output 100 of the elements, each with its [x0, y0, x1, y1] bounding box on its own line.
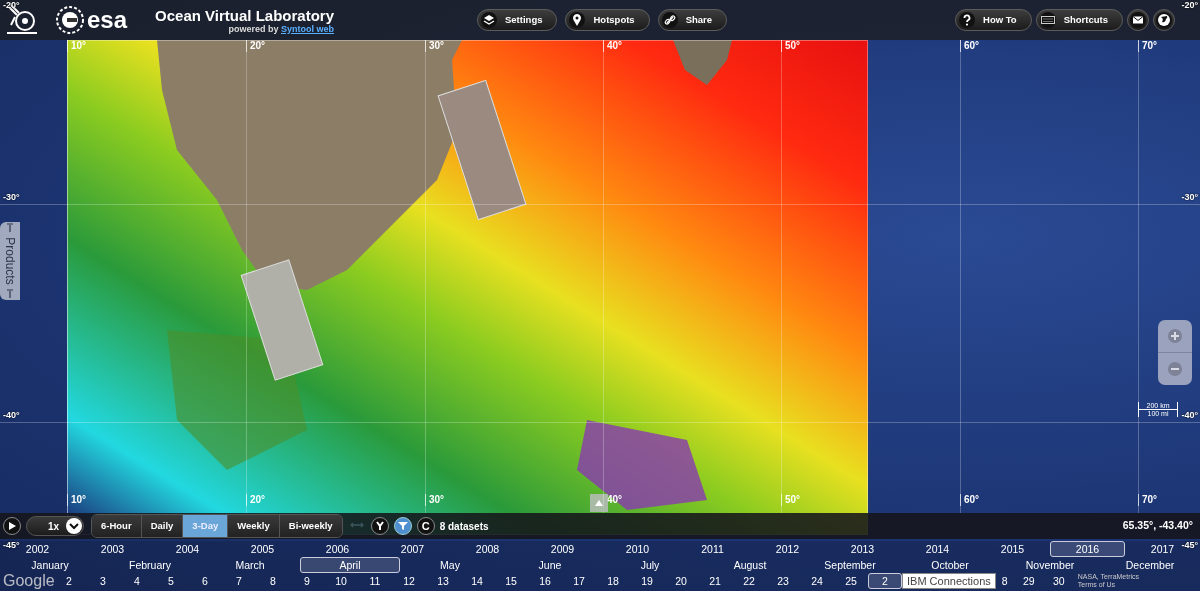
toolbar-button[interactable]: Shortcuts [1035, 9, 1123, 31]
day-item[interactable]: 16 [528, 573, 562, 589]
globe-button[interactable] [1153, 9, 1175, 31]
play-button[interactable] [3, 517, 21, 535]
day-item[interactable]: 7 [222, 573, 256, 589]
day-item[interactable]: 21 [698, 573, 732, 589]
toolbar-button[interactable]: Share [657, 9, 728, 31]
day-item[interactable]: 20 [664, 573, 698, 589]
interval-tab[interactable]: 6-Hour [92, 515, 142, 537]
latitude-label: -30° [3, 192, 20, 203]
month-item[interactable]: January [0, 557, 100, 573]
year-item[interactable]: 2008 [450, 541, 525, 557]
latitude-label: -30° [1181, 192, 1198, 203]
longitude-label: 50° [781, 494, 801, 506]
minus-icon [1167, 361, 1183, 377]
day-item[interactable]: 14 [460, 573, 494, 589]
latitude-label: -45° [3, 540, 20, 551]
day-item[interactable]: 22 [732, 573, 766, 589]
email-button[interactable] [1127, 9, 1149, 31]
interval-tab[interactable]: Bi-weekly [279, 515, 342, 537]
month-item[interactable]: November [1000, 557, 1100, 573]
month-item[interactable]: February [100, 557, 200, 573]
toolbar-button[interactable]: Settings [477, 9, 558, 31]
day-item[interactable]: 25 [834, 573, 868, 589]
speed-dropdown[interactable]: 1x [26, 516, 84, 536]
day-item[interactable]: 12 [392, 573, 426, 589]
year-item[interactable]: 2009 [525, 541, 600, 557]
day-item[interactable]: 15 [494, 573, 528, 589]
day-item[interactable]: 8 [995, 573, 1014, 589]
merge-button[interactable] [370, 517, 389, 535]
interval-tab[interactable]: Daily [141, 515, 184, 537]
toolbar-button[interactable]: Hotspots [565, 9, 650, 31]
powered-by-text: powered by Syntool web [228, 23, 334, 34]
globe-icon [1156, 12, 1172, 28]
month-item[interactable]: July [600, 557, 700, 573]
day-item[interactable]: 23 [766, 573, 800, 589]
month-item[interactable]: April [300, 557, 400, 573]
year-item[interactable]: 2003 [75, 541, 150, 557]
products-tab[interactable]: Products [0, 222, 20, 300]
longitude-label: 10° [67, 494, 87, 506]
play-icon [7, 521, 17, 531]
month-item[interactable]: August [700, 557, 800, 573]
month-item[interactable]: October [900, 557, 1000, 573]
year-item[interactable]: 2014 [900, 541, 975, 557]
day-item[interactable]: 17 [562, 573, 596, 589]
google-logo: Google [2, 573, 52, 589]
day-item[interactable]: 19 [630, 573, 664, 589]
tooltip: IBM Connections [902, 573, 996, 589]
clear-button[interactable]: C [416, 517, 435, 535]
day-item[interactable]: 5 [154, 573, 188, 589]
latitude-label: -40° [3, 410, 20, 421]
latitude-label: -20° [1181, 0, 1198, 11]
day-item[interactable]: 11 [358, 573, 392, 589]
year-item[interactable]: 2012 [750, 541, 825, 557]
day-item[interactable]: 9 [290, 573, 324, 589]
day-item[interactable]: 10 [324, 573, 358, 589]
logo-text: esa [87, 8, 128, 32]
year-item[interactable]: 2010 [600, 541, 675, 557]
day-item[interactable]: 29 [1013, 573, 1044, 589]
day-item[interactable]: 8 [256, 573, 290, 589]
year-item[interactable]: 2011 [675, 541, 750, 557]
interval-tab[interactable]: Weekly [228, 515, 280, 537]
year-item[interactable]: 2005 [225, 541, 300, 557]
layers-icon [481, 12, 497, 28]
longitude-label: 70° [1138, 494, 1158, 506]
day-item[interactable]: 18 [596, 573, 630, 589]
latitude-label: -40° [1181, 410, 1198, 421]
month-item[interactable]: May [400, 557, 500, 573]
day-item[interactable]: 3 [86, 573, 120, 589]
day-item[interactable]: 30 [1043, 573, 1074, 589]
cursor-coordinates: 65.35°, -43.40° [1122, 518, 1194, 534]
latitude-label: -45° [1181, 540, 1198, 551]
longitude-label: 20° [246, 494, 266, 506]
longitude-label: 30° [425, 494, 445, 506]
dataset-count: 8 datasets [439, 519, 489, 534]
year-item[interactable]: 2015 [975, 541, 1050, 557]
year-item[interactable]: 2004 [150, 541, 225, 557]
day-item[interactable]: 4 [120, 573, 154, 589]
day-item[interactable]: 2 [868, 573, 902, 589]
month-item[interactable]: June [500, 557, 600, 573]
plus-icon [1167, 328, 1183, 344]
toolbar-button[interactable]: How To [955, 9, 1032, 31]
day-item[interactable]: 24 [800, 573, 834, 589]
syntool-link[interactable]: Syntool web [281, 23, 334, 34]
latitude-label: -20° [3, 0, 20, 11]
year-item[interactable]: 2013 [825, 541, 900, 557]
app-title: Ocean Virtual Laboratory [155, 6, 334, 24]
day-item[interactable]: 13 [426, 573, 460, 589]
month-item[interactable]: March [200, 557, 300, 573]
longitude-label: 60° [960, 494, 980, 506]
chevron-down-icon [69, 522, 79, 530]
month-item[interactable]: December [1100, 557, 1200, 573]
year-item[interactable]: 2006 [300, 541, 375, 557]
day-item[interactable]: 6 [188, 573, 222, 589]
filter-button[interactable] [393, 517, 412, 535]
year-item[interactable]: 2007 [375, 541, 450, 557]
esa-emblem-icon [55, 5, 85, 35]
triangle-icon [594, 499, 604, 507]
year-item[interactable]: 2016 [1050, 541, 1125, 557]
month-item[interactable]: September [800, 557, 900, 573]
